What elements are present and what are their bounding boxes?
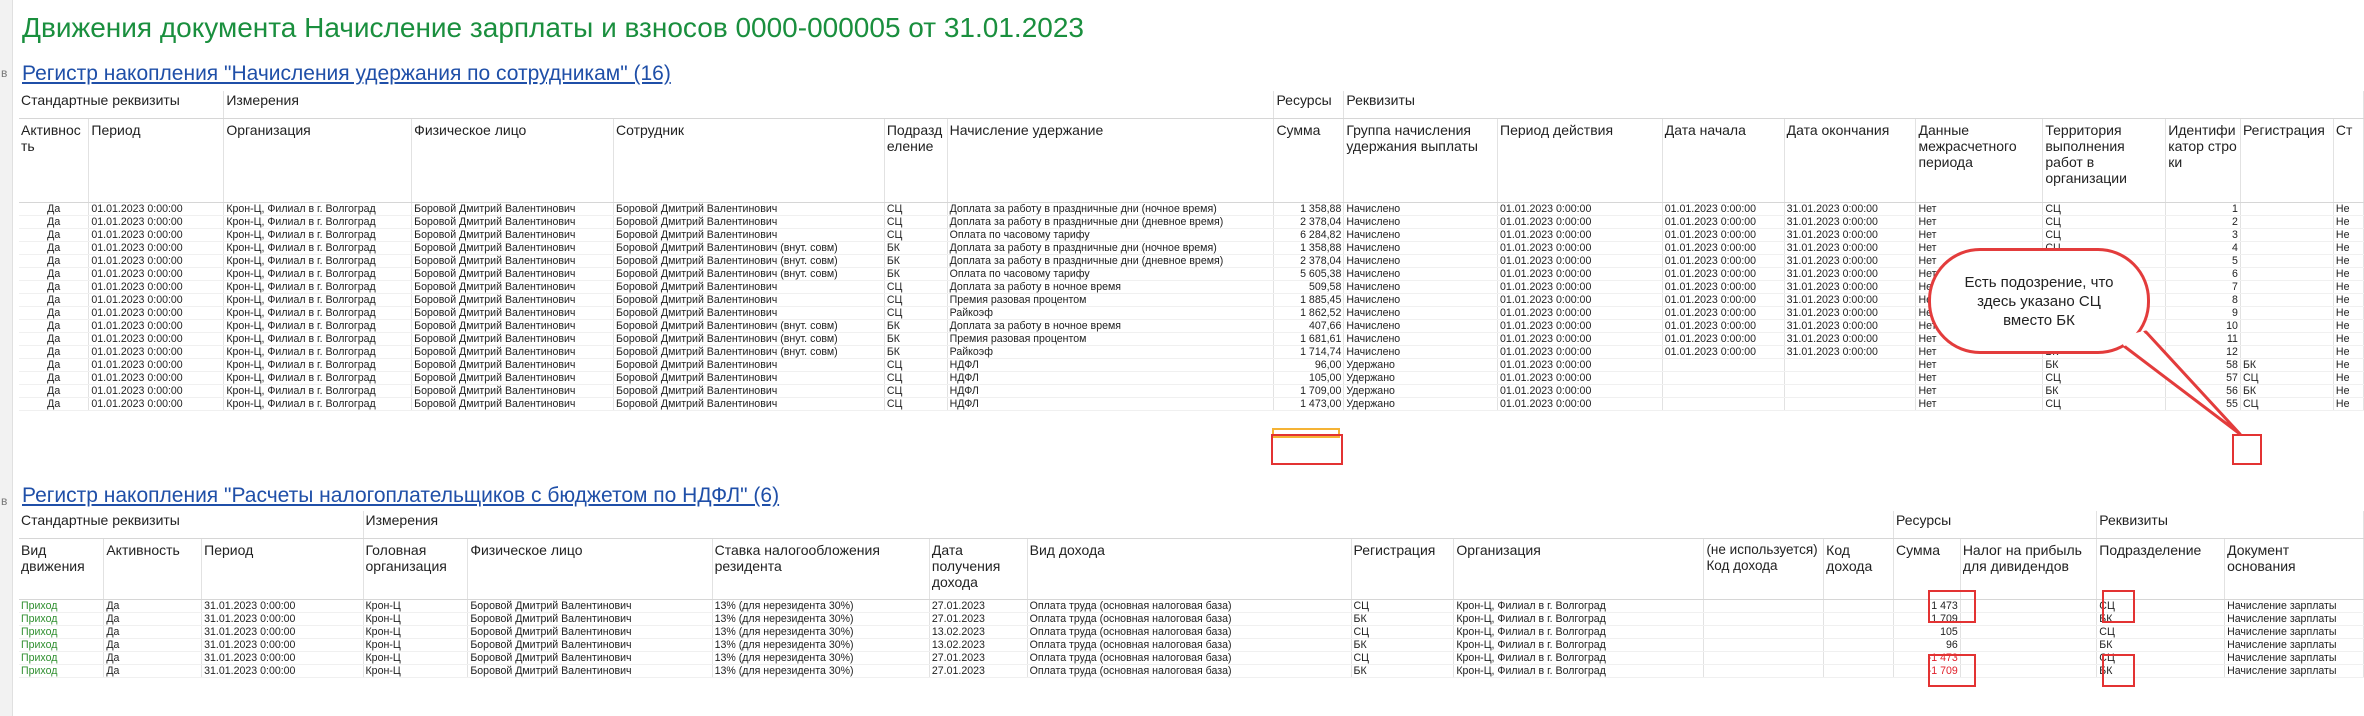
callout-tail-cover <box>2119 331 2150 346</box>
